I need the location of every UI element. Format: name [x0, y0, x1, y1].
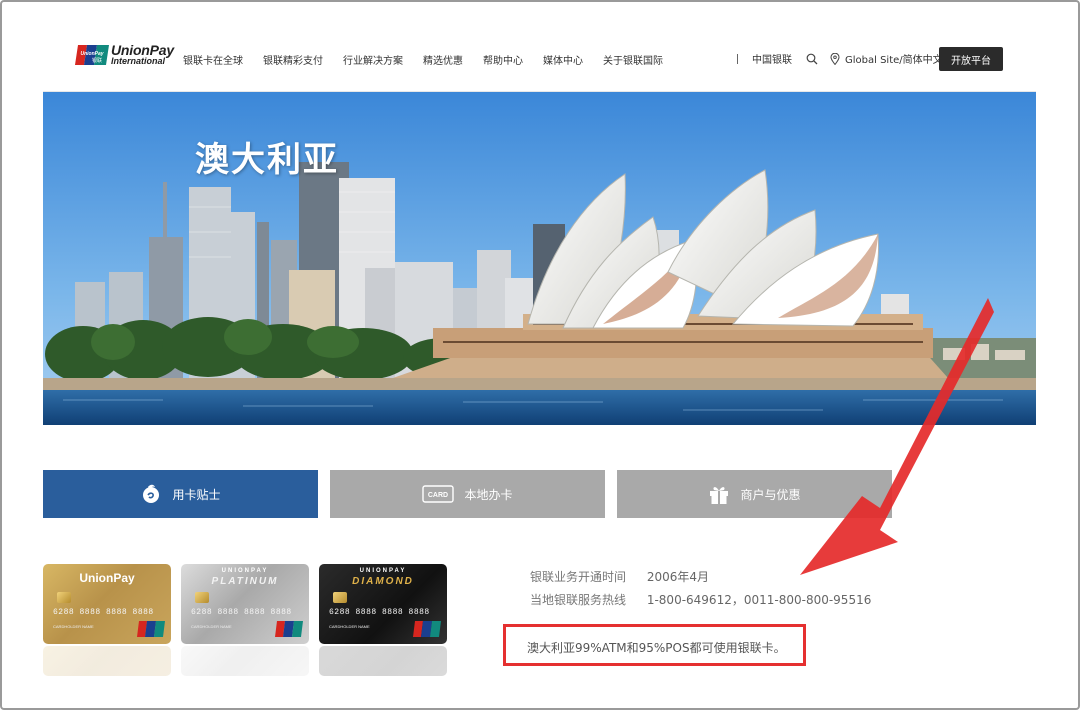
global-site-selector[interactable]: Global Site/简体中文	[845, 51, 943, 66]
unionpay-logo[interactable]: UnionPay 银联 UnionPay International	[75, 43, 175, 69]
card-icon: CARD	[422, 485, 455, 503]
card-tier: DIAMOND	[352, 576, 414, 587]
nav-separator	[737, 53, 738, 64]
coverage-note: 澳大利亚99%ATM和95%POS都可使用银联卡。	[527, 641, 786, 655]
card-number: 6288 8888 8888 8888	[191, 608, 292, 617]
tab-card-tips-label: 用卡贴士	[172, 487, 221, 502]
site-header: UnionPay 银联 UnionPay International 银联卡在全…	[0, 0, 1080, 90]
sydney-harbour-image	[43, 92, 1036, 425]
nav-item-cards-worldwide[interactable]: 银联卡在全球	[183, 52, 243, 67]
tab-local-card[interactable]: CARD 本地办卡	[330, 470, 605, 518]
hero-title: 澳大利亚	[195, 140, 339, 180]
logo-subtext: International	[111, 56, 166, 66]
open-platform-button[interactable]: 开放平台	[939, 47, 1003, 71]
unionpay-logo-icon: UnionPay 银联	[75, 45, 109, 65]
tab-merchants-offers-label: 商户与优惠	[740, 487, 801, 502]
china-unionpay-link[interactable]: 中国银联	[752, 51, 792, 66]
card-brand: UNIONPAY	[359, 568, 407, 574]
tips-icon	[140, 483, 162, 505]
card-brand: UnionPay	[79, 571, 135, 585]
gift-icon	[708, 483, 730, 505]
svg-text:CARD: CARD	[428, 492, 448, 499]
card-holder: CARDHOLDER NAME	[191, 624, 232, 629]
tab-local-card-label: 本地办卡	[464, 487, 513, 502]
search-icon[interactable]	[806, 53, 818, 65]
nav-item-help[interactable]: 帮助中心	[483, 52, 523, 67]
card-chip	[57, 592, 71, 603]
info-row-hotline: 当地银联服务热线 1-800-649612，0011-800-800-95516	[530, 591, 871, 608]
logo-text: UnionPay	[111, 42, 174, 58]
card-chip	[195, 592, 209, 603]
card-tier: PLATINUM	[211, 576, 279, 587]
nav-item-media[interactable]: 媒体中心	[543, 52, 583, 67]
nav-item-offers[interactable]: 精选优惠	[423, 52, 463, 67]
main-nav: 银联卡在全球 银联精彩支付 行业解决方案 精选优惠 帮助中心 媒体中心 关于银联…	[183, 52, 683, 67]
svg-text:UnionPay: UnionPay	[80, 51, 103, 57]
info-value: 1-800-649612，0011-800-800-95516	[646, 593, 872, 607]
info-label: 银联业务开通时间	[530, 570, 627, 584]
unionpay-mark-icon	[413, 621, 441, 637]
location-pin-icon	[830, 52, 840, 65]
unionpay-mark-icon	[137, 621, 165, 637]
card-holder: CARDHOLDER NAME	[53, 624, 94, 629]
hero-banner: 澳大利亚	[43, 91, 1036, 425]
unionpay-mark-icon	[275, 621, 303, 637]
card-reflection	[181, 646, 309, 676]
info-row-launch-date: 银联业务开通时间 2006年4月	[530, 568, 709, 585]
card-number: 6288 8888 8888 8888	[53, 608, 154, 617]
nav-item-solutions[interactable]: 行业解决方案	[343, 52, 403, 67]
card-chip	[333, 592, 347, 603]
svg-text:银联: 银联	[92, 57, 102, 64]
info-value: 2006年4月	[646, 570, 710, 584]
card-holder: CARDHOLDER NAME	[329, 624, 370, 629]
gold-card-image: UnionPay 6288 8888 8888 8888 CARDHOLDER …	[43, 564, 171, 644]
nav-item-payments[interactable]: 银联精彩支付	[263, 52, 323, 67]
card-reflection	[319, 646, 447, 676]
diamond-card-image: UNIONPAY DIAMOND 6288 8888 8888 8888 CAR…	[319, 564, 447, 644]
tab-card-tips[interactable]: 用卡贴士	[43, 470, 318, 518]
nav-item-about[interactable]: 关于银联国际	[603, 52, 663, 67]
card-reflection	[43, 646, 171, 676]
card-brand: UNIONPAY	[221, 568, 269, 574]
info-label: 当地银联服务热线	[530, 593, 627, 607]
card-number: 6288 8888 8888 8888	[329, 608, 430, 617]
nav-utilities: 中国银联 Global Site/简体中文	[737, 51, 951, 66]
tab-merchants-offers[interactable]: 商户与优惠	[617, 470, 892, 518]
platinum-card-image: UNIONPAY PLATINUM 6288 8888 8888 8888 CA…	[181, 564, 309, 644]
